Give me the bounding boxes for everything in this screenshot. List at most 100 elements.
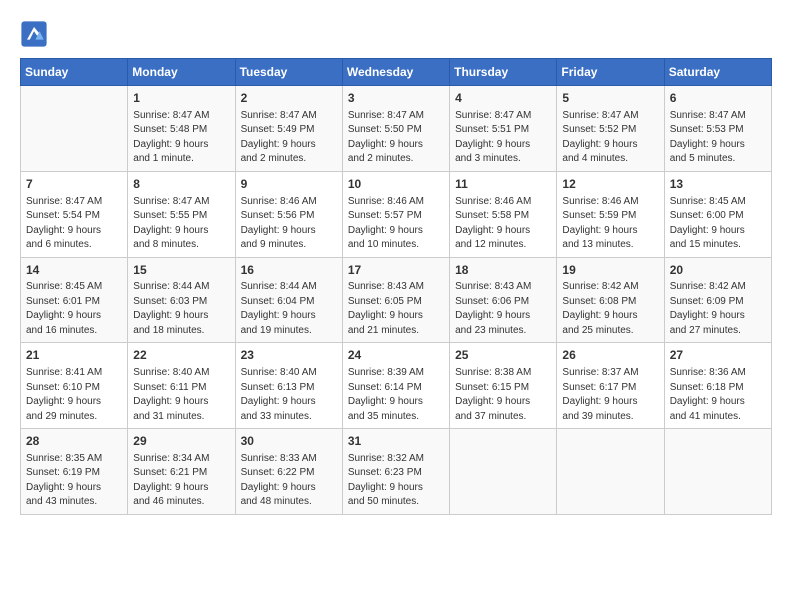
day-number: 4 — [455, 90, 551, 107]
day-header-friday: Friday — [557, 59, 664, 86]
calendar-table: SundayMondayTuesdayWednesdayThursdayFrid… — [20, 58, 772, 515]
calendar-cell: 6 Sunrise: 8:47 AM Sunset: 5:53 PM Daylig… — [664, 86, 771, 172]
calendar-cell: 12 Sunrise: 8:46 AM Sunset: 5:59 PM Dayli… — [557, 171, 664, 257]
day-info: Sunrise: 8:44 AM Sunset: 6:03 PM Dayligh… — [133, 280, 229, 338]
day-info: Sunrise: 8:47 AM Sunset: 5:49 PM Dayligh… — [241, 109, 337, 167]
logo — [20, 20, 52, 48]
day-info: Sunrise: 8:47 AM Sunset: 5:53 PM Dayligh… — [670, 109, 766, 167]
calendar-cell: 1 Sunrise: 8:47 AM Sunset: 5:48 PM Daylig… — [128, 86, 235, 172]
day-info: Sunrise: 8:47 AM Sunset: 5:55 PM Dayligh… — [133, 195, 229, 253]
day-number: 21 — [26, 347, 122, 364]
week-row-5: 28 Sunrise: 8:35 AM Sunset: 6:19 PM Dayli… — [21, 429, 772, 515]
day-info: Sunrise: 8:47 AM Sunset: 5:50 PM Dayligh… — [348, 109, 444, 167]
day-info: Sunrise: 8:43 AM Sunset: 6:06 PM Dayligh… — [455, 280, 551, 338]
calendar-cell — [557, 429, 664, 515]
day-info: Sunrise: 8:47 AM Sunset: 5:51 PM Dayligh… — [455, 109, 551, 167]
calendar-cell: 28 Sunrise: 8:35 AM Sunset: 6:19 PM Dayli… — [21, 429, 128, 515]
day-number: 14 — [26, 262, 122, 279]
calendar-cell: 9 Sunrise: 8:46 AM Sunset: 5:56 PM Daylig… — [235, 171, 342, 257]
day-info: Sunrise: 8:35 AM Sunset: 6:19 PM Dayligh… — [26, 452, 122, 510]
calendar-cell: 19Sunrise: 8:42 AM Sunset: 6:08 PM Dayli… — [557, 257, 664, 343]
calendar-cell: 29 Sunrise: 8:34 AM Sunset: 6:21 PM Dayli… — [128, 429, 235, 515]
day-info: Sunrise: 8:46 AM Sunset: 5:57 PM Dayligh… — [348, 195, 444, 253]
calendar-cell: 10 Sunrise: 8:46 AM Sunset: 5:57 PM Dayli… — [342, 171, 449, 257]
day-info: Sunrise: 8:46 AM Sunset: 5:58 PM Dayligh… — [455, 195, 551, 253]
day-number: 25 — [455, 347, 551, 364]
day-info: Sunrise: 8:36 AM Sunset: 6:18 PM Dayligh… — [670, 366, 766, 424]
calendar-cell: 31 Sunrise: 8:32 AM Sunset: 6:23 PM Dayli… — [342, 429, 449, 515]
day-number: 8 — [133, 176, 229, 193]
day-number: 7 — [26, 176, 122, 193]
calendar-cell: 14Sunrise: 8:45 AM Sunset: 6:01 PM Dayli… — [21, 257, 128, 343]
calendar-cell: 16Sunrise: 8:44 AM Sunset: 6:04 PM Dayli… — [235, 257, 342, 343]
week-row-1: 1 Sunrise: 8:47 AM Sunset: 5:48 PM Daylig… — [21, 86, 772, 172]
calendar-cell: 18Sunrise: 8:43 AM Sunset: 6:06 PM Dayli… — [450, 257, 557, 343]
day-number: 13 — [670, 176, 766, 193]
day-info: Sunrise: 8:43 AM Sunset: 6:05 PM Dayligh… — [348, 280, 444, 338]
day-info: Sunrise: 8:33 AM Sunset: 6:22 PM Dayligh… — [241, 452, 337, 510]
day-info: Sunrise: 8:46 AM Sunset: 5:59 PM Dayligh… — [562, 195, 658, 253]
day-info: Sunrise: 8:47 AM Sunset: 5:48 PM Dayligh… — [133, 109, 229, 167]
day-number: 30 — [241, 433, 337, 450]
day-number: 28 — [26, 433, 122, 450]
day-number: 16 — [241, 262, 337, 279]
day-number: 26 — [562, 347, 658, 364]
calendar-cell: 13 Sunrise: 8:45 AM Sunset: 6:00 PM Dayli… — [664, 171, 771, 257]
day-info: Sunrise: 8:32 AM Sunset: 6:23 PM Dayligh… — [348, 452, 444, 510]
day-info: Sunrise: 8:45 AM Sunset: 6:01 PM Dayligh… — [26, 280, 122, 338]
day-header-monday: Monday — [128, 59, 235, 86]
calendar-cell: 26Sunrise: 8:37 AM Sunset: 6:17 PM Dayli… — [557, 343, 664, 429]
day-info: Sunrise: 8:34 AM Sunset: 6:21 PM Dayligh… — [133, 452, 229, 510]
calendar-cell: 22Sunrise: 8:40 AM Sunset: 6:11 PM Dayli… — [128, 343, 235, 429]
day-info: Sunrise: 8:40 AM Sunset: 6:13 PM Dayligh… — [241, 366, 337, 424]
calendar-header: SundayMondayTuesdayWednesdayThursdayFrid… — [21, 59, 772, 86]
day-number: 23 — [241, 347, 337, 364]
day-number: 6 — [670, 90, 766, 107]
day-number: 20 — [670, 262, 766, 279]
day-number: 3 — [348, 90, 444, 107]
week-row-2: 7 Sunrise: 8:47 AM Sunset: 5:54 PM Daylig… — [21, 171, 772, 257]
day-info: Sunrise: 8:45 AM Sunset: 6:00 PM Dayligh… — [670, 195, 766, 253]
day-info: Sunrise: 8:46 AM Sunset: 5:56 PM Dayligh… — [241, 195, 337, 253]
day-number: 29 — [133, 433, 229, 450]
week-row-3: 14Sunrise: 8:45 AM Sunset: 6:01 PM Dayli… — [21, 257, 772, 343]
day-number: 18 — [455, 262, 551, 279]
day-number: 15 — [133, 262, 229, 279]
day-header-tuesday: Tuesday — [235, 59, 342, 86]
calendar-cell: 4 Sunrise: 8:47 AM Sunset: 5:51 PM Daylig… — [450, 86, 557, 172]
day-number: 12 — [562, 176, 658, 193]
week-row-4: 21Sunrise: 8:41 AM Sunset: 6:10 PM Dayli… — [21, 343, 772, 429]
day-number: 17 — [348, 262, 444, 279]
calendar-cell — [21, 86, 128, 172]
day-info: Sunrise: 8:47 AM Sunset: 5:54 PM Dayligh… — [26, 195, 122, 253]
day-info: Sunrise: 8:39 AM Sunset: 6:14 PM Dayligh… — [348, 366, 444, 424]
calendar-cell — [450, 429, 557, 515]
day-header-saturday: Saturday — [664, 59, 771, 86]
day-number: 31 — [348, 433, 444, 450]
day-number: 1 — [133, 90, 229, 107]
page-header — [20, 20, 772, 48]
calendar-cell: 2Sunrise: 8:47 AM Sunset: 5:49 PM Daylig… — [235, 86, 342, 172]
logo-icon — [20, 20, 48, 48]
calendar-cell — [664, 429, 771, 515]
calendar-cell: 25Sunrise: 8:38 AM Sunset: 6:15 PM Dayli… — [450, 343, 557, 429]
calendar-cell: 8 Sunrise: 8:47 AM Sunset: 5:55 PM Daylig… — [128, 171, 235, 257]
day-info: Sunrise: 8:44 AM Sunset: 6:04 PM Dayligh… — [241, 280, 337, 338]
day-info: Sunrise: 8:47 AM Sunset: 5:52 PM Dayligh… — [562, 109, 658, 167]
calendar-cell: 15Sunrise: 8:44 AM Sunset: 6:03 PM Dayli… — [128, 257, 235, 343]
day-header-thursday: Thursday — [450, 59, 557, 86]
calendar-cell: 11Sunrise: 8:46 AM Sunset: 5:58 PM Dayli… — [450, 171, 557, 257]
day-number: 24 — [348, 347, 444, 364]
day-header-wednesday: Wednesday — [342, 59, 449, 86]
day-number: 10 — [348, 176, 444, 193]
day-number: 5 — [562, 90, 658, 107]
calendar-cell: 17Sunrise: 8:43 AM Sunset: 6:05 PM Dayli… — [342, 257, 449, 343]
calendar-cell: 7 Sunrise: 8:47 AM Sunset: 5:54 PM Daylig… — [21, 171, 128, 257]
day-number: 19 — [562, 262, 658, 279]
calendar-cell: 5 Sunrise: 8:47 AM Sunset: 5:52 PM Daylig… — [557, 86, 664, 172]
calendar-cell: 24 Sunrise: 8:39 AM Sunset: 6:14 PM Dayli… — [342, 343, 449, 429]
day-number: 9 — [241, 176, 337, 193]
calendar-cell: 23 Sunrise: 8:40 AM Sunset: 6:13 PM Dayli… — [235, 343, 342, 429]
calendar-cell: 3 Sunrise: 8:47 AM Sunset: 5:50 PM Daylig… — [342, 86, 449, 172]
calendar-cell: 21Sunrise: 8:41 AM Sunset: 6:10 PM Dayli… — [21, 343, 128, 429]
